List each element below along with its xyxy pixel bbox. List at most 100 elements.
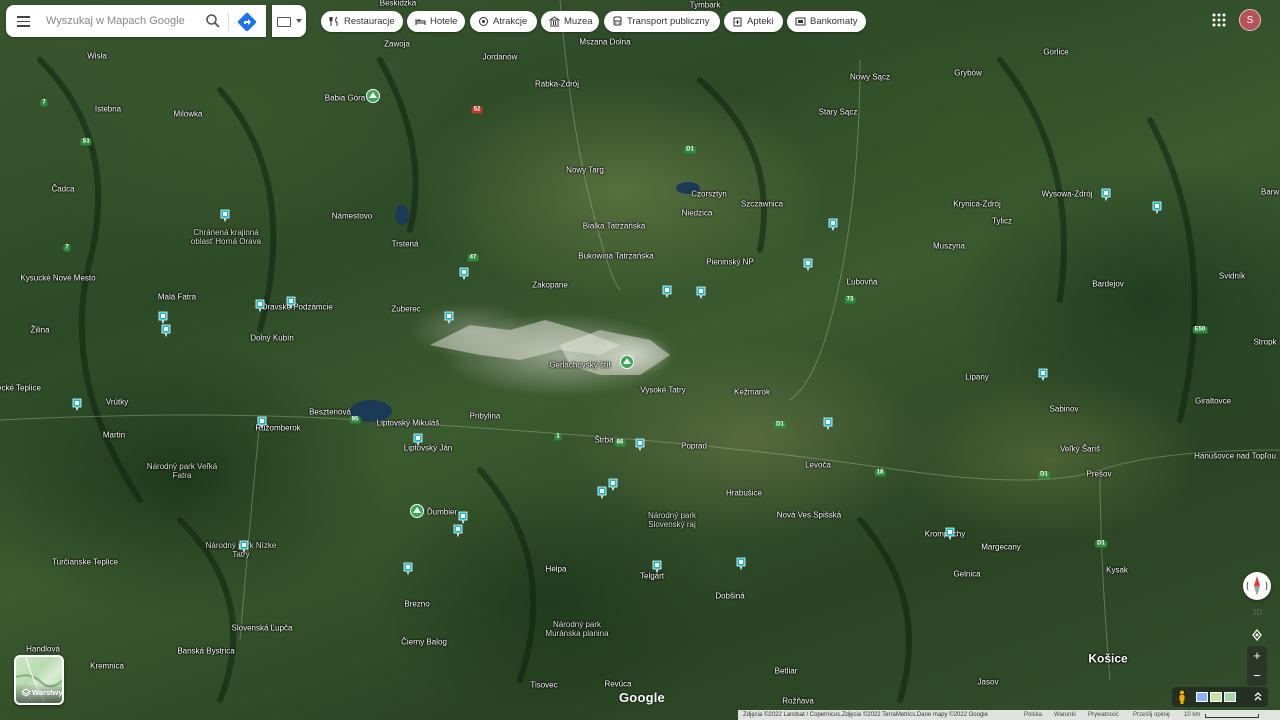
place-label[interactable]: Poprad	[681, 442, 707, 451]
map-pin-icon[interactable]	[444, 311, 454, 324]
place-label[interactable]: Jasov	[978, 678, 999, 687]
place-label[interactable]: Mszana Dolna	[579, 38, 630, 47]
place-label[interactable]: Gerlachovský štít	[549, 361, 610, 370]
chip-pharmacies[interactable]: Apteki	[724, 11, 783, 32]
chip-restaurants[interactable]: Restauracje	[321, 11, 403, 32]
chip-attractions[interactable]: Atrakcje	[470, 11, 537, 32]
place-label[interactable]: Besztenová	[309, 408, 351, 417]
map-pin-icon[interactable]	[255, 299, 265, 312]
directions-icon[interactable]	[236, 11, 258, 33]
map-pin-icon[interactable]	[158, 311, 168, 324]
place-label[interactable]: Národný park Slovenský raj	[632, 511, 712, 529]
place-label[interactable]: Milówka	[174, 110, 203, 119]
place-label[interactable]: Beskidzka	[380, 0, 416, 8]
place-label[interactable]: Handlová	[26, 645, 60, 654]
place-label[interactable]: Malá Fatra	[158, 293, 196, 302]
map-pin-icon[interactable]	[257, 416, 267, 429]
search-input[interactable]	[46, 11, 196, 31]
map-pin-icon[interactable]	[239, 540, 249, 553]
map-pin-icon[interactable]	[161, 324, 171, 337]
place-label[interactable]: Tisovec	[530, 681, 557, 690]
place-label[interactable]: Wysowa-Zdrój	[1041, 190, 1092, 199]
place-label[interactable]: Čierny Balog	[401, 638, 447, 647]
place-label[interactable]: Rožňava	[782, 697, 814, 706]
map-pin-icon[interactable]	[1152, 201, 1162, 214]
terrain-thumbnail[interactable]	[1210, 692, 1222, 702]
place-label[interactable]: Stropk	[1253, 338, 1276, 347]
place-label[interactable]: Niedzica	[682, 209, 713, 218]
place-label[interactable]: Nowy Targ	[566, 166, 604, 175]
place-label[interactable]: Tymbark	[690, 1, 721, 10]
place-label[interactable]: Lipany	[965, 373, 989, 382]
map-pin-icon[interactable]	[597, 486, 607, 499]
terms-link[interactable]: Warunki	[1054, 710, 1076, 720]
place-label[interactable]: Zuberec	[391, 305, 420, 314]
place-label[interactable]: Sabinov	[1050, 405, 1079, 414]
place-label[interactable]: Hrabušice	[726, 489, 762, 498]
place-label[interactable]: Istebna	[95, 105, 121, 114]
satellite-thumbnail[interactable]	[1224, 692, 1236, 702]
place-label[interactable]: Wisła	[87, 52, 107, 61]
zoom-in-button[interactable]: +	[1247, 646, 1267, 666]
place-label[interactable]: Vysoké Tatry	[640, 386, 685, 395]
place-label[interactable]: Banská Bystrica	[177, 647, 234, 656]
peak-marker-gerlachovsky[interactable]	[620, 355, 634, 369]
place-label[interactable]: Martin	[103, 431, 125, 440]
place-label[interactable]: Krynica-Zdrój	[953, 200, 1001, 209]
place-label[interactable]: Szczawnica	[741, 200, 783, 209]
map-pin-icon[interactable]	[823, 417, 833, 430]
place-label[interactable]: Turčianske Teplice	[52, 558, 118, 567]
map-pin-icon[interactable]	[662, 285, 672, 298]
place-label[interactable]: Dobšiná	[715, 592, 744, 601]
chevron-up-icon[interactable]	[1252, 690, 1264, 704]
place-label[interactable]: Czorsztyn	[691, 190, 727, 199]
place-label[interactable]: Nowy Sącz	[850, 73, 890, 82]
place-label[interactable]: Rajecké Teplice	[0, 384, 41, 393]
place-label[interactable]: Hanušovce nad Topľou	[1194, 452, 1276, 461]
place-label[interactable]: Levoča	[805, 461, 831, 470]
input-tools-button[interactable]	[272, 5, 306, 37]
privacy-link[interactable]: Prywatność	[1088, 710, 1119, 720]
chip-public-transport[interactable]: Transport publiczny	[604, 11, 720, 32]
search-icon[interactable]	[204, 12, 222, 30]
place-label[interactable]: Zakopane	[532, 281, 568, 290]
map-pin-icon[interactable]	[696, 286, 706, 299]
place-label[interactable]: Slovenská Ľupča	[232, 624, 293, 633]
map-pin-icon[interactable]	[458, 511, 468, 524]
place-label[interactable]: Kysak	[1106, 566, 1128, 575]
place-label[interactable]: Žilina	[30, 326, 49, 335]
map-pin-icon[interactable]	[72, 398, 82, 411]
place-label[interactable]: Svidník	[1219, 272, 1245, 281]
place-label[interactable]: Oravské Podzámcie	[261, 303, 333, 312]
account-avatar[interactable]: S	[1239, 9, 1261, 31]
place-label[interactable]: Rabka-Zdrój	[535, 80, 579, 89]
my-location-icon[interactable]	[1247, 626, 1267, 644]
compass-button[interactable]	[1243, 572, 1271, 600]
place-label[interactable]: Pribylina	[470, 412, 501, 421]
map-pin-icon[interactable]	[635, 438, 645, 451]
place-label[interactable]: Zawoja	[384, 40, 410, 49]
place-label[interactable]: Bialka Tatrzańska	[583, 222, 646, 231]
place-label[interactable]: Dolný Kubín	[250, 334, 294, 343]
place-label[interactable]: Tylicz	[992, 217, 1012, 226]
menu-button[interactable]	[12, 11, 34, 31]
map-pin-icon[interactable]	[1101, 188, 1111, 201]
place-label[interactable]: Gorlice	[1043, 48, 1068, 57]
place-label[interactable]: Helpa	[546, 565, 567, 574]
place-label[interactable]: Margecany	[981, 543, 1021, 552]
place-label[interactable]: Čadca	[51, 185, 74, 194]
map-pin-icon[interactable]	[220, 209, 230, 222]
chip-museums[interactable]: Muzea	[541, 11, 599, 32]
place-label[interactable]: Prešov	[1087, 470, 1112, 479]
place-label[interactable]: Barw	[1261, 188, 1279, 197]
place-label[interactable]: Revúca	[604, 680, 631, 689]
place-label[interactable]: Liptovský Mikuláš	[377, 419, 440, 428]
place-label[interactable]: Bardejov	[1092, 280, 1124, 289]
map-pin-icon[interactable]	[1038, 368, 1048, 381]
map-pin-icon[interactable]	[608, 478, 618, 491]
map-pin-icon[interactable]	[459, 267, 469, 280]
peak-marker-babia-gora[interactable]	[366, 89, 380, 103]
map-pin-icon[interactable]	[652, 560, 662, 573]
place-label[interactable]: Pieninský NP	[706, 258, 754, 267]
map-pin-icon[interactable]	[453, 524, 463, 537]
